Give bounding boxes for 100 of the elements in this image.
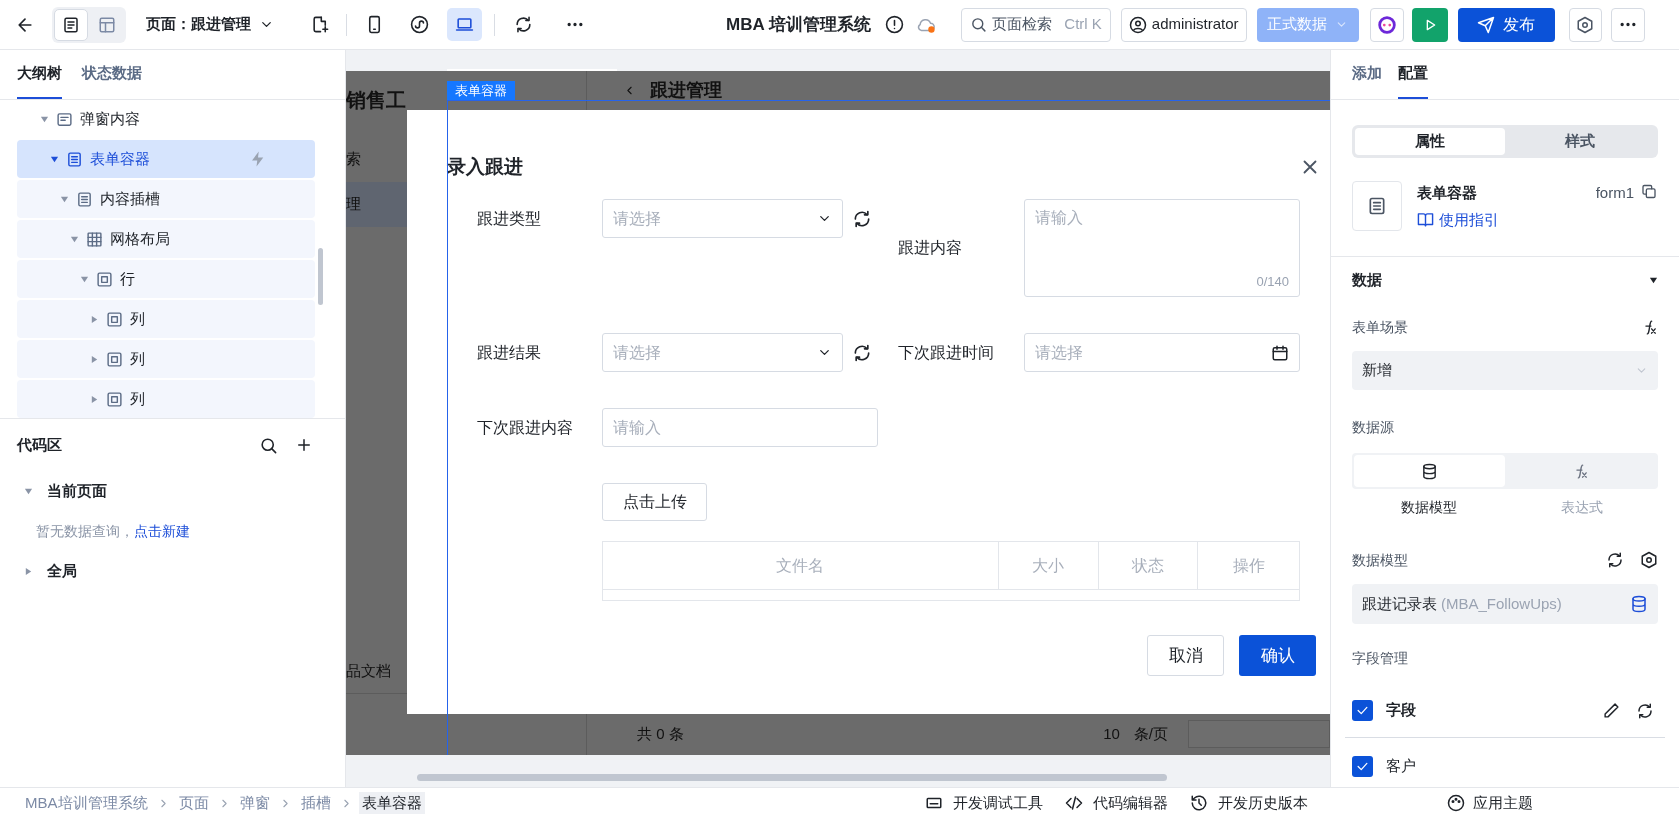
per-page-label: 条/页	[1133, 723, 1168, 744]
breadcrumb-item[interactable]: 弹窗	[236, 791, 273, 815]
source-tab[interactable]	[1354, 455, 1505, 487]
tool-button[interactable]: 开发历史版本	[1190, 791, 1308, 815]
assistant-button[interactable]	[1369, 7, 1404, 42]
refresh-icon	[852, 342, 872, 363]
more-button[interactable]	[1610, 7, 1645, 42]
create-link[interactable]: 点击新建	[134, 522, 190, 539]
tree-item[interactable]: 网格布局	[17, 220, 315, 258]
component-name: 表单容器	[1417, 183, 1478, 203]
mode-tab[interactable]: 属性	[1355, 128, 1505, 155]
checkbox[interactable]	[1352, 700, 1373, 721]
code-group[interactable]: 当前页面	[17, 471, 328, 511]
plus-icon	[295, 436, 313, 454]
run-button[interactable]	[1411, 7, 1448, 42]
breadcrumb-item[interactable]: 插槽	[297, 791, 334, 815]
form-icon	[1367, 196, 1387, 216]
breadcrumb-item[interactable]: 页面	[175, 791, 212, 815]
tool-button[interactable]: 代码编辑器	[1065, 791, 1168, 815]
pencil-icon	[1603, 702, 1620, 719]
field-label: 跟进内容	[898, 238, 963, 258]
tree-item[interactable]: 弹窗内容	[17, 100, 315, 138]
panel-tab[interactable]: 状态数据	[82, 50, 142, 99]
data-model-field[interactable]: 跟进记录表 (MBA_FollowUps)	[1352, 584, 1658, 624]
tree-item[interactable]: 列	[17, 340, 315, 378]
database-icon	[1421, 462, 1438, 480]
page-size-select[interactable]: 10	[1103, 722, 1120, 746]
option-label: 表达式	[1559, 497, 1604, 517]
view-toggle-button[interactable]	[54, 8, 88, 41]
tree-item[interactable]: 内容插槽	[17, 180, 315, 218]
edit-button[interactable]	[1603, 702, 1620, 719]
guide-link[interactable]: 使用指引	[1417, 208, 1499, 231]
layout-icon	[98, 15, 116, 34]
page-title: 跟进管理	[650, 78, 722, 102]
page-selector[interactable]: 页面：跟进管理	[146, 13, 274, 36]
modal-title: 录入跟进	[447, 154, 523, 179]
document-icon	[62, 15, 80, 34]
character-counter: 0/140	[1256, 272, 1289, 291]
field-label: 数据源	[1352, 417, 1394, 437]
book-icon	[1417, 211, 1434, 229]
field-label: 跟进类型	[477, 208, 542, 229]
input-field[interactable]: 请输入	[602, 408, 878, 447]
section-title: 数据	[1352, 269, 1382, 290]
page-heading: 销售工	[346, 88, 406, 113]
scrollbar-thumb[interactable]	[318, 248, 323, 305]
cancel-button[interactable]: 取消	[1147, 635, 1224, 676]
component-id: form1	[1595, 183, 1634, 203]
search-icon	[969, 16, 987, 33]
form-icon	[76, 190, 93, 208]
field-label: 数据模型	[1352, 550, 1408, 570]
field-name: 客户	[1386, 755, 1416, 776]
more-icon	[1618, 22, 1637, 27]
empty-message: 暂无数据查询，点击新建	[36, 521, 190, 541]
square-icon	[106, 310, 123, 328]
column-header: 操作	[1197, 542, 1299, 590]
total-count: 共 0 条	[637, 723, 684, 744]
form-icon	[66, 150, 83, 168]
publish-button[interactable]: 发布	[1457, 7, 1555, 42]
checkbox[interactable]	[1352, 755, 1373, 777]
refresh-button[interactable]	[1636, 701, 1654, 720]
tree-item[interactable]: 列	[17, 380, 315, 418]
refresh-button[interactable]	[1606, 551, 1624, 569]
tree-item[interactable]: 表单容器	[17, 140, 315, 178]
settings-button[interactable]	[1640, 551, 1658, 569]
upload-button[interactable]: 点击上传	[602, 483, 707, 521]
more-icon	[566, 22, 584, 27]
section-title: 代码区	[17, 434, 62, 455]
palette-icon	[1446, 794, 1465, 812]
model-hint: (MBA_FollowUps)	[1441, 593, 1562, 614]
breadcrumb-item[interactable]: MBA培训管理系统	[22, 791, 151, 815]
mode-tab[interactable]: 样式	[1505, 128, 1655, 155]
field-name: 字段	[1386, 700, 1416, 721]
refresh-icon	[1636, 701, 1654, 720]
panel-tab[interactable]: 添加	[1352, 50, 1382, 99]
selection-label: 表单容器	[447, 81, 515, 100]
user-button[interactable]: administrator	[1120, 7, 1247, 42]
copy-icon	[1641, 182, 1657, 200]
dialog-icon	[56, 110, 73, 128]
settings-icon	[1576, 15, 1594, 34]
refresh-icon	[513, 15, 533, 34]
panel-tab[interactable]: 配置	[1398, 50, 1428, 99]
confirm-button[interactable]: 确认	[1239, 635, 1316, 676]
search-icon	[258, 435, 278, 455]
field-label: 下次跟进内容	[477, 417, 574, 438]
caret-icon[interactable]	[1649, 275, 1658, 285]
code-group[interactable]: 全局	[17, 551, 328, 591]
search-field[interactable]: 页面检索 Ctrl K	[960, 7, 1111, 42]
panel-tab[interactable]: 大纲树	[17, 50, 62, 99]
square-icon	[96, 270, 113, 288]
tool-button[interactable]: 开发调试工具	[925, 791, 1043, 815]
breadcrumb-item[interactable]: 表单容器	[358, 791, 425, 815]
tree-item[interactable]: 行	[17, 260, 315, 298]
select-field[interactable]: 新增	[1352, 351, 1658, 390]
tree-item[interactable]: 列	[17, 300, 315, 338]
laptop-icon	[455, 15, 474, 34]
link-circle-icon	[410, 15, 429, 34]
horizontal-scrollbar[interactable]	[417, 774, 1167, 781]
theme-button[interactable]: 应用主题	[1446, 791, 1533, 815]
field-label: 跟进结果	[477, 342, 542, 363]
send-icon	[1477, 15, 1495, 34]
